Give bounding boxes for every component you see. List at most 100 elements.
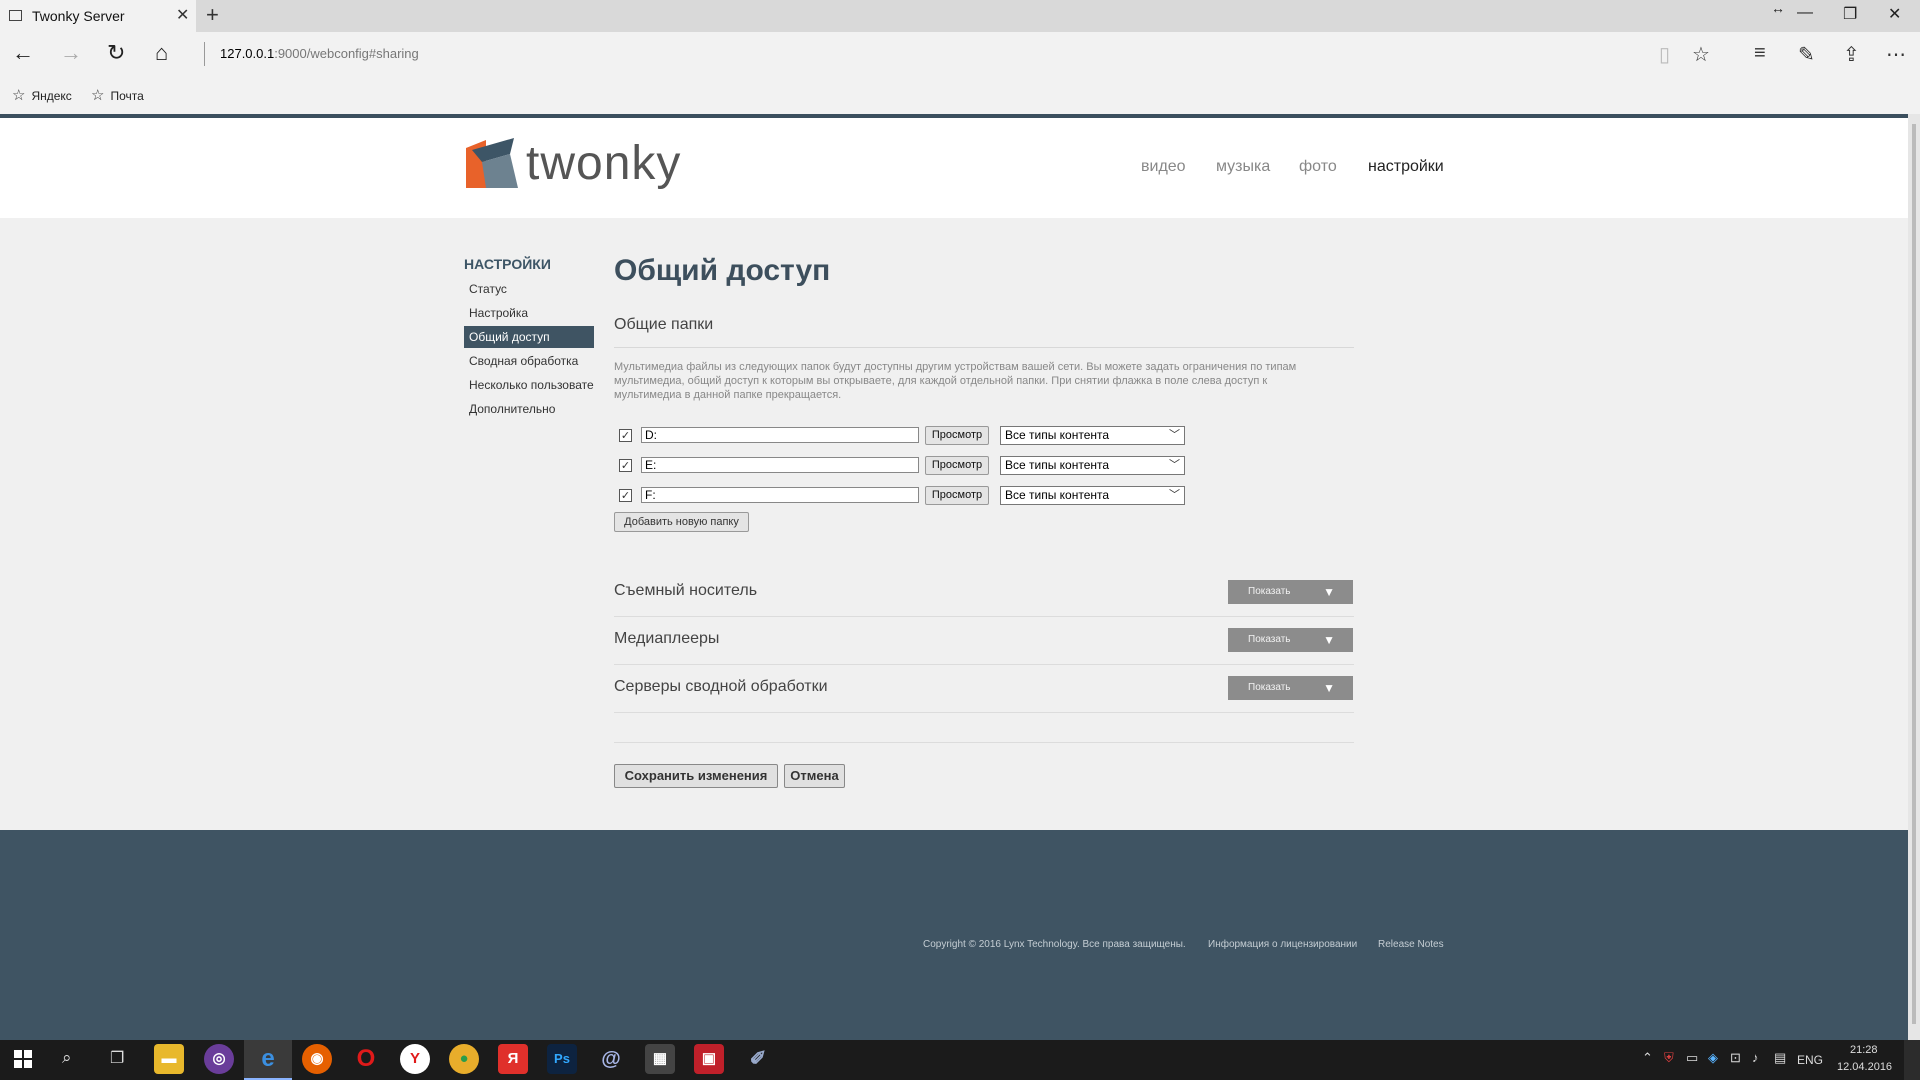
paint-icon[interactable]: ✐ (743, 1044, 773, 1074)
sidebar-item-multiuser[interactable]: Несколько пользовате (464, 374, 594, 396)
sidebar-item-status[interactable]: Статус (464, 278, 594, 300)
content-type-value: Все типы контента (1005, 488, 1110, 502)
address-separator (204, 42, 205, 66)
tray-shield-icon[interactable]: ⛨ (1664, 1050, 1674, 1066)
tray-notifications-icon[interactable]: ▤ (1774, 1050, 1786, 1066)
language-indicator[interactable]: ENG (1797, 1053, 1823, 1067)
star-icon: ☆ (91, 87, 105, 104)
folder-path-input[interactable]: F: (641, 487, 919, 503)
content-type-value: Все типы контента (1005, 428, 1110, 442)
show-aggregation-servers-button[interactable]: Показать ▼ (1228, 676, 1353, 700)
star-icon: ☆ (12, 87, 26, 104)
folder-path-input[interactable]: D: (641, 427, 919, 443)
chrome-icon[interactable]: ● (449, 1044, 479, 1074)
forward-icon[interactable]: → (60, 42, 82, 64)
clock-date[interactable]: 12.04.2016 (1837, 1061, 1892, 1073)
sidebar-item-sharing[interactable]: Общий доступ (464, 326, 594, 348)
content-type-select[interactable]: Все типы контента ﹀ (1000, 456, 1185, 475)
content-type-select[interactable]: Все типы контента ﹀ (1000, 426, 1185, 445)
firefox-icon[interactable]: ◉ (302, 1044, 332, 1074)
show-desktop-button[interactable] (1904, 1040, 1920, 1080)
nav-video[interactable]: видео (1141, 158, 1186, 176)
favorite-mail[interactable]: ☆ Почта (91, 86, 144, 104)
close-tab-icon[interactable]: ✕ (176, 5, 189, 25)
favorite-yandex[interactable]: ☆ Яндекс (12, 86, 72, 104)
url-path: :9000/webconfig#sharing (274, 46, 419, 61)
browse-button[interactable]: Просмотр (925, 486, 989, 505)
photoshop-icon[interactable]: Ps (547, 1044, 577, 1074)
tray-volume-icon[interactable]: ♪ (1752, 1050, 1759, 1065)
sidebar-item-setup[interactable]: Настройка (464, 302, 594, 324)
url-host: 127.0.0.1 (220, 46, 275, 61)
show-removable-button[interactable]: Показать ▼ (1228, 580, 1353, 604)
section-title-aggregation-servers: Серверы сводной обработки (614, 678, 828, 695)
nav-settings[interactable]: настройки (1368, 158, 1444, 176)
page-scrollbar[interactable] (1908, 114, 1920, 1040)
back-icon[interactable]: ← (12, 42, 34, 64)
folder-checkbox[interactable]: ✓ (619, 429, 632, 442)
license-link[interactable]: Информация о лицензировании (1208, 939, 1357, 950)
more-icon[interactable]: ⋯ (1886, 42, 1906, 67)
windows-start-icon[interactable] (14, 1050, 32, 1068)
content-type-select[interactable]: Все типы контента ﹀ (1000, 486, 1185, 505)
caret-down-icon: ▼ (1323, 585, 1335, 599)
opera-icon[interactable]: O (351, 1044, 381, 1074)
site-footer (0, 830, 1908, 1040)
sidebar-item-aggregation[interactable]: Сводная обработка (464, 350, 594, 372)
search-icon[interactable]: ⌕ (62, 1048, 72, 1068)
divider (614, 347, 1354, 348)
edge-icon[interactable]: e (253, 1044, 283, 1074)
browser-tab[interactable]: Twonky Server ✕ (0, 0, 196, 32)
folder-checkbox[interactable]: ✓ (619, 459, 632, 472)
reading-view-icon[interactable]: ▯ (1659, 42, 1670, 67)
hub-icon[interactable]: ≡ (1754, 42, 1766, 65)
section-title-removable: Съемный носитель (614, 582, 758, 599)
browse-button[interactable]: Просмотр (925, 456, 989, 475)
divider (614, 742, 1354, 743)
file-explorer-icon[interactable]: ▬ (154, 1044, 184, 1074)
release-notes-link[interactable]: Release Notes (1378, 939, 1444, 950)
favorite-label: Яндекс (31, 89, 72, 103)
sidebar-title: НАСТРОЙКИ (464, 256, 551, 272)
nav-photo[interactable]: фото (1299, 158, 1337, 176)
scrollbar-thumb[interactable] (1912, 124, 1916, 1024)
twonky-logo[interactable]: twonky (464, 137, 680, 197)
tray-monitor-icon[interactable]: ▭ (1686, 1050, 1698, 1066)
app-red-icon[interactable]: ▣ (694, 1044, 724, 1074)
task-view-icon[interactable]: ❐ (110, 1048, 124, 1068)
new-tab-button[interactable]: + (206, 2, 219, 28)
cancel-button[interactable]: Отмена (784, 764, 845, 788)
sidebar-item-advanced[interactable]: Дополнительно (464, 398, 594, 420)
share-icon[interactable]: ⇪ (1843, 42, 1860, 67)
address-bar[interactable]: 127.0.0.1:9000/webconfig#sharing (220, 46, 419, 61)
logo-text: twonky (526, 137, 682, 190)
tab-title: Twonky Server (32, 8, 125, 24)
nav-music[interactable]: музыка (1216, 158, 1270, 176)
web-page: twonky видео музыка фото настройки НАСТР… (0, 114, 1908, 1040)
show-media-players-button[interactable]: Показать ▼ (1228, 628, 1353, 652)
home-icon[interactable]: ⌂ (155, 42, 168, 64)
close-window-button[interactable]: ✕ (1888, 4, 1901, 24)
folder-path-input[interactable]: E: (641, 457, 919, 473)
calculator-icon[interactable]: ▦ (645, 1044, 675, 1074)
tray-app-icon[interactable]: ◈ (1708, 1050, 1718, 1066)
save-button[interactable]: Сохранить изменения (614, 764, 778, 788)
show-label: Показать (1248, 586, 1291, 597)
web-note-icon[interactable]: ✎ (1798, 42, 1815, 67)
refresh-icon[interactable]: ↻ (107, 42, 125, 64)
favorites-bar (0, 76, 1920, 115)
restore-button[interactable]: ❐ (1843, 4, 1857, 24)
browse-button[interactable]: Просмотр (925, 426, 989, 445)
tray-chevron-up-icon[interactable]: ⌃ (1642, 1050, 1653, 1066)
favorite-star-icon[interactable]: ☆ (1692, 42, 1710, 67)
folder-checkbox[interactable]: ✓ (619, 489, 632, 502)
yandex-browser-icon[interactable]: Y (400, 1044, 430, 1074)
minimize-button[interactable]: — (1797, 4, 1813, 22)
app-swirl-icon[interactable]: @ (596, 1044, 626, 1074)
app-circle-icon[interactable]: ◎ (204, 1044, 234, 1074)
yandex-app-icon[interactable]: Я (498, 1044, 528, 1074)
tray-network-icon[interactable]: ⊡ (1730, 1050, 1741, 1066)
divider (614, 664, 1354, 665)
add-folder-button[interactable]: Добавить новую папку (614, 512, 749, 532)
clock-time[interactable]: 21:28 (1850, 1044, 1878, 1056)
